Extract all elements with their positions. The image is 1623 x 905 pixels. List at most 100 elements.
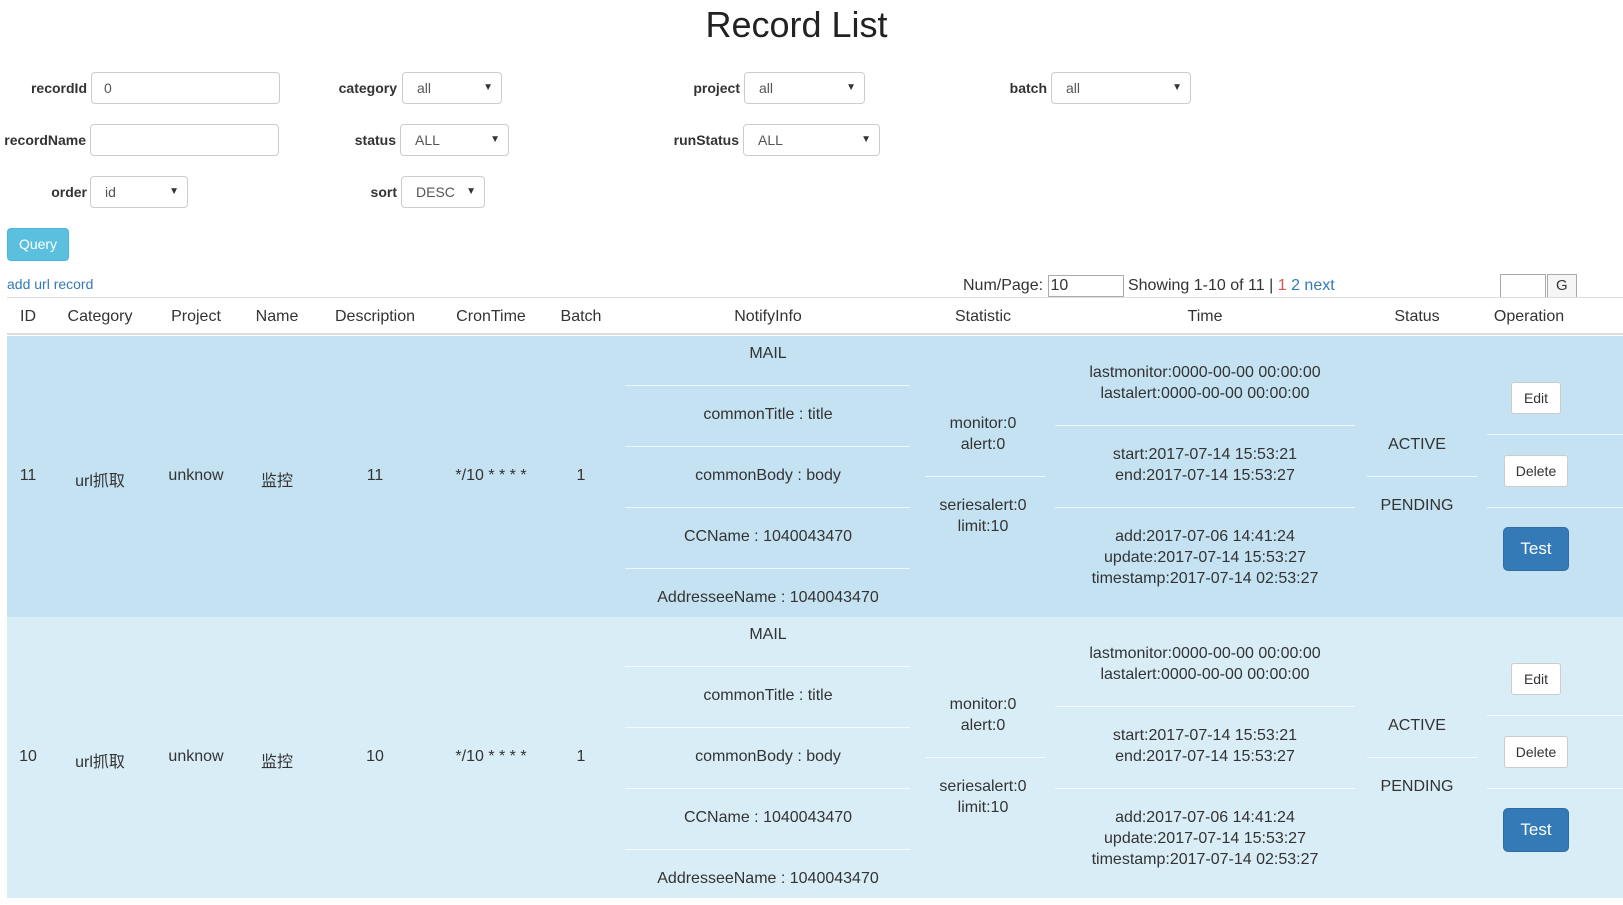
chevron-down-icon: ▼ (861, 134, 871, 145)
delete-button[interactable]: Delete (1504, 736, 1568, 768)
showing-text: Showing 1-10 of 11 | (1127, 277, 1274, 295)
cell-category: url抓取 (75, 754, 125, 771)
runstatus-select-value: ALL (758, 132, 783, 148)
cell-batch: 1 (576, 467, 586, 484)
time-start: start:2017-07-14 15:53:21 (1112, 727, 1298, 744)
add-url-record-link[interactable]: add url record (7, 276, 93, 292)
divider (925, 757, 1045, 758)
page-title: Record List (705, 4, 888, 45)
sort-label: sort (370, 184, 397, 200)
recordname-label: recordName (4, 132, 86, 148)
category-select[interactable]: all ▼ (402, 72, 502, 104)
notify-item: CCName : 1040043470 (683, 528, 853, 545)
status-select[interactable]: ALL ▼ (400, 124, 509, 156)
test-button[interactable]: Test (1503, 808, 1569, 852)
notify-type: MAIL (749, 345, 787, 362)
batch-select[interactable]: all ▼ (1051, 72, 1191, 104)
cell-crontime: */10 * * * * (455, 467, 527, 484)
divider (1487, 715, 1623, 716)
edit-button[interactable]: Edit (1511, 663, 1561, 695)
divider (625, 788, 910, 789)
cell-name: 监控 (260, 754, 294, 771)
order-select-value: id (105, 184, 116, 200)
recordid-label: recordId (30, 80, 87, 96)
cell-category: url抓取 (75, 473, 125, 490)
col-description: Description (334, 308, 416, 325)
cell-description: 10 (366, 748, 384, 765)
divider (1367, 757, 1477, 758)
time-add: add:2017-07-06 14:41:24 (1115, 528, 1295, 545)
stat-seriesalert: seriesalert:0 (939, 778, 1027, 795)
col-name: Name (255, 308, 299, 325)
delete-button[interactable]: Delete (1504, 455, 1568, 487)
batch-label: batch (1009, 80, 1047, 96)
project-select[interactable]: all ▼ (744, 72, 865, 104)
col-id: ID (20, 308, 36, 325)
category-select-value: all (417, 80, 432, 96)
cell-crontime: */10 * * * * (455, 748, 527, 765)
runstatus-label: runStatus (673, 132, 739, 148)
order-select[interactable]: id ▼ (90, 176, 188, 208)
chevron-down-icon: ▼ (1172, 82, 1182, 93)
recordid-input[interactable]: 0 (91, 72, 280, 104)
test-button[interactable]: Test (1503, 527, 1569, 571)
time-add: add:2017-07-06 14:41:24 (1115, 809, 1295, 826)
status-badge: ACTIVE (1388, 436, 1446, 453)
col-statistic: Statistic (954, 308, 1012, 325)
divider (1487, 788, 1623, 789)
run-status-badge: PENDING (1380, 778, 1454, 795)
goto-page-input[interactable] (1500, 274, 1546, 298)
sort-select-value: DESC (416, 184, 455, 200)
time-timestamp: timestamp:2017-07-14 02:53:27 (1091, 851, 1319, 868)
num-per-page-input[interactable]: 10 (1047, 275, 1124, 297)
col-time: Time (1187, 308, 1223, 325)
cell-project: unknow (168, 748, 224, 765)
divider (1055, 507, 1355, 508)
divider (1487, 507, 1623, 508)
time-start: start:2017-07-14 15:53:21 (1112, 446, 1298, 463)
query-button[interactable]: Query (7, 228, 69, 261)
recordname-input[interactable] (90, 124, 279, 156)
edit-button[interactable]: Edit (1511, 382, 1561, 414)
table-row: 10 url抓取 unknow 监控 10 */10 * * * * 1 MAI… (7, 617, 1623, 898)
status-select-value: ALL (415, 132, 440, 148)
project-select-value: all (759, 80, 774, 96)
current-page: 1 (1277, 277, 1287, 295)
status-badge: ACTIVE (1388, 717, 1446, 734)
col-project: Project (171, 308, 221, 325)
col-operation: Operation (1493, 308, 1565, 325)
runstatus-select[interactable]: ALL ▼ (743, 124, 880, 156)
time-lastalert: lastalert:0000-00-00 00:00:00 (1100, 385, 1310, 402)
divider (925, 476, 1045, 477)
time-timestamp: timestamp:2017-07-14 02:53:27 (1091, 570, 1319, 587)
stat-monitor: monitor:0 (949, 415, 1017, 432)
page-2-link[interactable]: 2 (1291, 277, 1300, 294)
divider (625, 446, 910, 447)
run-status-badge: PENDING (1380, 497, 1454, 514)
divider (1055, 425, 1355, 426)
goto-page-button[interactable]: G (1547, 274, 1577, 298)
notify-item: commonBody : body (695, 748, 841, 765)
stat-limit: limit:10 (957, 518, 1009, 535)
next-page-link[interactable]: next (1304, 277, 1334, 294)
table-header: ID Category Project Name Description Cro… (7, 297, 1623, 335)
time-end: end:2017-07-14 15:53:27 (1115, 467, 1295, 484)
divider (625, 385, 910, 386)
col-batch: Batch (560, 308, 602, 325)
notify-item: AddresseeName : 1040043470 (657, 870, 879, 887)
col-status: Status (1394, 308, 1440, 325)
time-lastmonitor: lastmonitor:0000-00-00 00:00:00 (1089, 645, 1321, 662)
time-update: update:2017-07-14 15:53:27 (1104, 549, 1306, 566)
stat-alert: alert:0 (960, 436, 1006, 453)
notify-type: MAIL (749, 626, 787, 643)
divider (625, 507, 910, 508)
sort-select[interactable]: DESC ▼ (401, 176, 485, 208)
divider (625, 666, 910, 667)
chevron-down-icon: ▼ (846, 82, 856, 93)
col-notifyinfo: NotifyInfo (734, 308, 802, 325)
divider (625, 727, 910, 728)
cell-id: 11 (19, 467, 37, 484)
notify-item: commonTitle : title (703, 687, 833, 704)
divider (1055, 706, 1355, 707)
divider (1055, 788, 1355, 789)
